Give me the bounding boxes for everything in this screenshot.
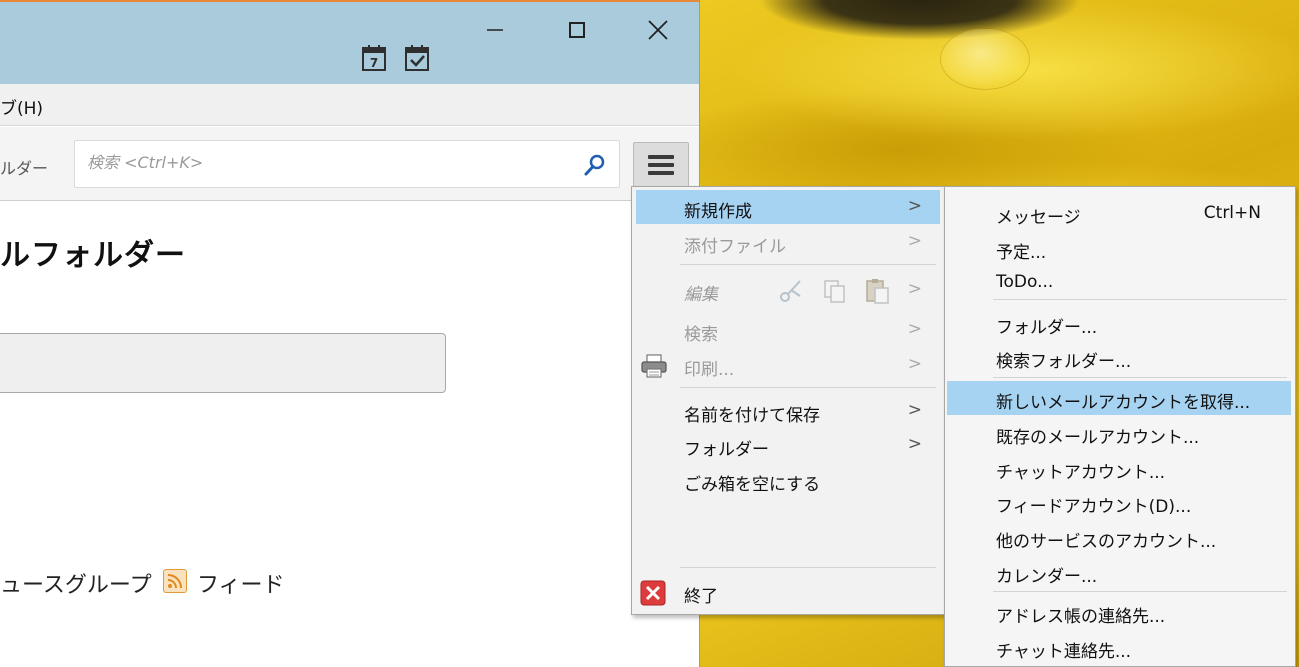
minimize-icon	[487, 29, 503, 31]
menu-item-save-as[interactable]: 名前を付けて保存 >	[636, 394, 940, 428]
menu-separator	[680, 567, 936, 568]
new-submenu: メッセージ Ctrl+N 予定... ToDo... フォルダー... 検索フォ…	[944, 186, 1296, 667]
shortcut-label: Ctrl+N	[1203, 203, 1261, 223]
menu-item-exit[interactable]: 終了	[636, 575, 940, 609]
submenu-item-feed-account[interactable]: フィードアカウント(D)...	[947, 485, 1291, 519]
chevron-right-icon: >	[907, 319, 922, 339]
submenu-item-message[interactable]: メッセージ Ctrl+N	[947, 196, 1291, 230]
menu-item-print[interactable]: 印刷... >	[636, 348, 940, 382]
menu-separator	[680, 264, 936, 265]
app-menu-button[interactable]	[633, 142, 689, 188]
menu-separator	[993, 299, 1287, 300]
toolbar: ルダー	[0, 127, 699, 201]
feed-link[interactable]: フィード	[197, 567, 285, 599]
submenu-item-get-new-mail-account[interactable]: 新しいメールアカウントを取得...	[947, 381, 1291, 415]
submenu-item-address-book-contact[interactable]: アドレス帳の連絡先...	[947, 595, 1291, 629]
app-menu-popup: 新規作成 > 添付ファイル > 編集 > 検索 > 印刷... > 名前を付けて…	[631, 186, 945, 615]
newsgroup-link[interactable]: ュースグループ	[0, 567, 152, 599]
chevron-right-icon: >	[907, 231, 922, 251]
menu-help[interactable]: ブ(H)	[0, 94, 43, 119]
printer-icon	[641, 354, 667, 378]
paste-icon[interactable]	[864, 277, 892, 305]
hamburger-icon-bar	[648, 155, 674, 159]
menu-separator	[993, 377, 1287, 378]
water-droplet	[940, 28, 1030, 90]
exit-icon	[640, 580, 666, 606]
submenu-item-event[interactable]: 予定...	[947, 231, 1291, 265]
main-content: ルフォルダー ュースグループ フィード	[0, 202, 699, 667]
copy-icon[interactable]	[822, 278, 848, 304]
menu-item-empty-trash[interactable]: ごみ箱を空にする	[636, 463, 940, 497]
submenu-item-other-service-account[interactable]: 他のサービスのアカウント...	[947, 520, 1291, 554]
cut-icon[interactable]	[778, 278, 804, 304]
account-field[interactable]	[0, 333, 446, 393]
rss-icon	[167, 574, 182, 589]
menu-item-edit[interactable]: 編集 >	[636, 273, 940, 307]
page-title: ルフォルダー	[0, 238, 186, 273]
chevron-right-icon: >	[907, 354, 922, 374]
menu-separator	[680, 387, 936, 388]
menu-bar: ブ(H)	[0, 84, 699, 126]
close-icon	[648, 20, 668, 40]
close-button[interactable]	[636, 10, 680, 50]
folder-label: ルダー	[0, 159, 49, 178]
search-input[interactable]	[87, 153, 567, 172]
submenu-item-folder[interactable]: フォルダー...	[947, 306, 1291, 340]
app-window: 7 ブ(H) ルダー 検索 <Ctrl+K> ルフォルダー ュースグループ フィ…	[0, 0, 700, 667]
menu-item-attachments[interactable]: 添付ファイル >	[636, 225, 940, 259]
svg-text:7: 7	[370, 56, 378, 70]
search-icon[interactable]	[583, 153, 607, 177]
chevron-right-icon: >	[907, 400, 922, 420]
submenu-item-search-folder[interactable]: 検索フォルダー...	[947, 340, 1291, 374]
submenu-item-todo[interactable]: ToDo...	[947, 265, 1291, 299]
chevron-right-icon: >	[907, 196, 922, 216]
menu-item-folder[interactable]: フォルダー >	[636, 428, 940, 462]
chevron-right-icon: >	[907, 279, 922, 299]
calendar-icon[interactable]: 7	[361, 44, 387, 72]
search-box[interactable]	[74, 140, 620, 188]
submenu-item-chat-contact[interactable]: チャット連絡先...	[947, 630, 1291, 664]
menu-separator	[993, 591, 1287, 592]
submenu-item-chat-account[interactable]: チャットアカウント...	[947, 451, 1291, 485]
submenu-item-calendar[interactable]: カレンダー...	[947, 555, 1291, 589]
maximize-icon	[569, 22, 585, 38]
task-icon[interactable]	[404, 44, 430, 72]
chevron-right-icon: >	[907, 434, 922, 454]
hamburger-icon-bar	[648, 163, 674, 167]
submenu-item-existing-mail-account[interactable]: 既存のメールアカウント...	[947, 416, 1291, 450]
hamburger-icon-bar	[648, 171, 674, 175]
rss-feed-icon[interactable]	[163, 569, 187, 593]
minimize-button[interactable]	[473, 10, 517, 50]
title-bar: 7	[0, 2, 699, 84]
maximize-button[interactable]	[555, 10, 599, 50]
menu-item-search[interactable]: 検索 >	[636, 313, 940, 347]
menu-item-new[interactable]: 新規作成 >	[636, 190, 940, 224]
